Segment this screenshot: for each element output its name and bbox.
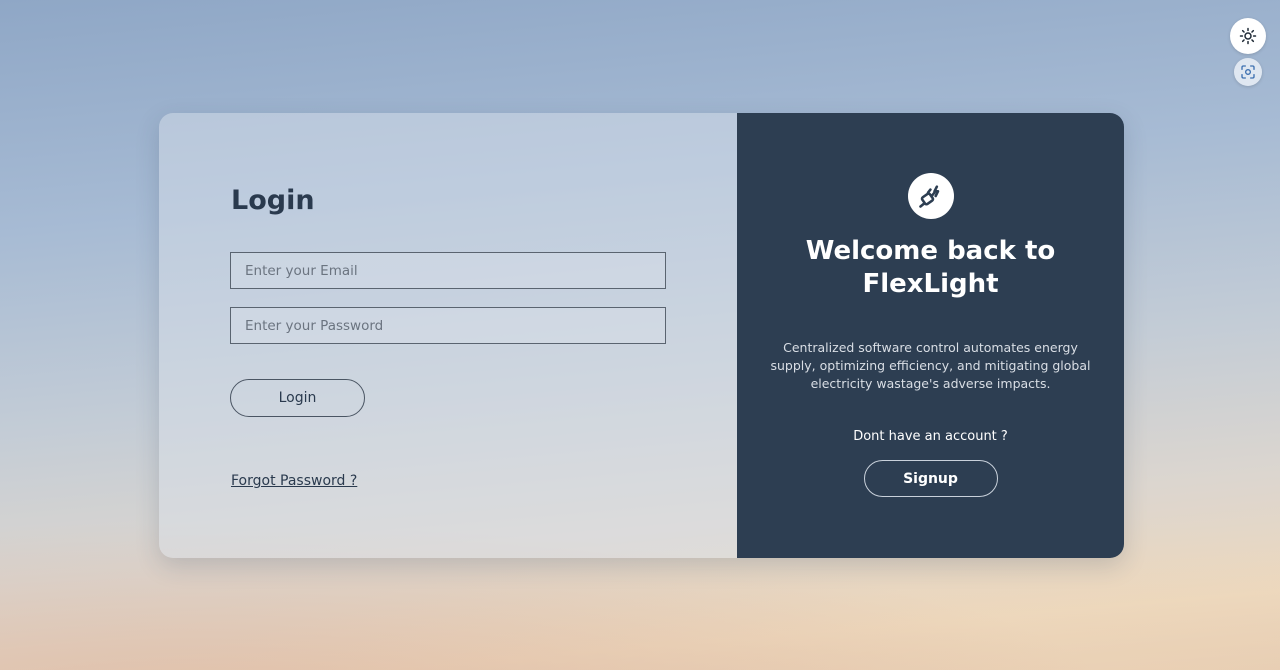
logo [907, 173, 954, 219]
welcome-panel: Welcome back to FlexLight Centralized so… [737, 113, 1124, 558]
plug-icon [918, 185, 939, 208]
welcome-title: Welcome back to FlexLight [805, 236, 1056, 299]
signup-button[interactable]: Signup [863, 460, 998, 497]
forgot-password-link[interactable]: Forgot Password ? [231, 473, 357, 489]
password-field[interactable] [230, 307, 666, 344]
screenshot-icon [1241, 65, 1255, 79]
login-panel: Login Login Forgot Password ? [159, 113, 737, 558]
welcome-description: Centralized software control automates e… [770, 340, 1091, 391]
no-account-text: Dont have an account ? [853, 429, 1008, 444]
email-field[interactable] [230, 252, 666, 289]
auth-card: Login Login Forgot Password ? Welcome ba… [159, 113, 1124, 558]
theme-toggle-button[interactable] [1230, 18, 1266, 54]
login-button[interactable]: Login [230, 379, 365, 417]
top-controls [1230, 18, 1266, 86]
screenshot-button[interactable] [1234, 58, 1262, 86]
login-title: Login [231, 185, 315, 216]
sun-icon [1239, 27, 1257, 45]
